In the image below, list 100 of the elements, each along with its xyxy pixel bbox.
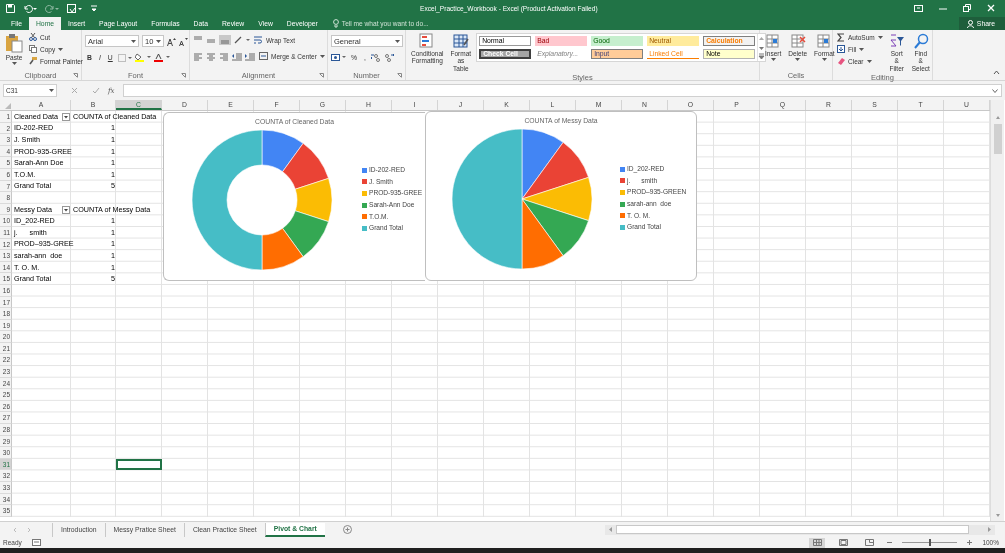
page-break-icon bbox=[864, 539, 874, 546]
decrease-decimal-icon[interactable] bbox=[383, 53, 394, 62]
pie-slice[interactable] bbox=[521, 177, 593, 221]
dialog-launcher-icon[interactable] bbox=[181, 73, 186, 78]
legend-marker bbox=[620, 166, 625, 172]
sort-filter-icon bbox=[888, 33, 905, 49]
increase-font-size-icon[interactable] bbox=[167, 36, 176, 46]
caret-icon bbox=[795, 58, 801, 62]
cancel-icon[interactable] bbox=[71, 87, 78, 94]
currency-format-icon[interactable] bbox=[331, 53, 346, 62]
sigma-icon bbox=[837, 32, 845, 42]
legend-marker bbox=[362, 225, 367, 231]
fill-down-icon bbox=[837, 45, 845, 53]
scroll-up-icon[interactable] bbox=[758, 35, 766, 43]
donut-slice[interactable] bbox=[261, 228, 304, 271]
normal-view-button[interactable] bbox=[809, 537, 826, 548]
donut-slice[interactable] bbox=[282, 210, 329, 257]
caret-icon bbox=[859, 47, 865, 51]
macro-recording-icon[interactable] bbox=[31, 539, 41, 546]
caret-icon bbox=[821, 58, 827, 62]
legend-marker bbox=[362, 190, 367, 196]
conditional-formatting-icon bbox=[419, 33, 436, 49]
align-right-icon[interactable] bbox=[219, 51, 229, 61]
filter-dropdown-icon[interactable] bbox=[62, 113, 70, 121]
copy-icon bbox=[29, 45, 37, 53]
scroll-thumb[interactable] bbox=[616, 525, 969, 534]
align-center-icon[interactable] bbox=[206, 51, 216, 61]
lightbulb-icon bbox=[332, 19, 339, 28]
legend-marker bbox=[620, 189, 625, 195]
redo-icon[interactable] bbox=[45, 3, 59, 13]
scroll-thumb[interactable] bbox=[993, 124, 1002, 154]
legend-marker bbox=[362, 167, 367, 173]
pie-slice[interactable] bbox=[521, 142, 589, 200]
legend-marker bbox=[620, 201, 625, 207]
checkmark-icon[interactable] bbox=[92, 87, 100, 94]
legend-marker bbox=[620, 213, 625, 219]
legend-marker bbox=[362, 202, 367, 208]
vertical-scrollbar[interactable] bbox=[990, 100, 1004, 521]
merge-cells-icon bbox=[259, 52, 268, 60]
active-cell[interactable] bbox=[116, 458, 162, 471]
fill-color-icon[interactable] bbox=[134, 53, 151, 62]
undo-icon[interactable] bbox=[23, 3, 37, 13]
zoom-in-icon[interactable] bbox=[967, 540, 973, 545]
pie-slice[interactable] bbox=[521, 198, 564, 270]
grid-icon bbox=[812, 539, 822, 546]
restore-icon[interactable] bbox=[963, 4, 971, 12]
save-icon[interactable] bbox=[6, 3, 15, 13]
font-color-icon[interactable] bbox=[153, 53, 170, 62]
paintbrush-icon bbox=[29, 57, 37, 65]
increase-decimal-icon[interactable] bbox=[370, 53, 381, 62]
orientation-icon[interactable] bbox=[234, 35, 250, 45]
donut-slice[interactable] bbox=[282, 143, 329, 190]
add-sheet-icon[interactable] bbox=[342, 525, 352, 534]
dialog-launcher-icon[interactable] bbox=[73, 73, 78, 78]
scroll-right-icon[interactable] bbox=[986, 526, 993, 533]
scissors-icon bbox=[29, 33, 37, 41]
caret-icon bbox=[49, 89, 54, 92]
formula-input[interactable] bbox=[122, 84, 1002, 97]
select-all-icon[interactable] bbox=[5, 103, 11, 109]
dialog-launcher-icon[interactable] bbox=[397, 73, 402, 78]
scroll-left-icon[interactable] bbox=[607, 526, 614, 533]
pie-slice[interactable] bbox=[521, 198, 589, 256]
donut-slice[interactable] bbox=[261, 129, 304, 172]
clipboard-icon bbox=[5, 33, 23, 53]
pie-slice[interactable] bbox=[451, 128, 523, 270]
page-icon bbox=[838, 539, 848, 546]
caret-icon bbox=[319, 54, 325, 58]
eraser-icon bbox=[837, 57, 845, 65]
legend-marker bbox=[620, 178, 625, 184]
horizontal-scrollbar[interactable] bbox=[605, 524, 995, 535]
legend-marker bbox=[620, 224, 625, 230]
cells-table-icon bbox=[789, 33, 806, 49]
close-icon[interactable] bbox=[987, 4, 995, 12]
ribbon-display-options-icon[interactable] bbox=[914, 4, 923, 12]
decrease-indent-icon[interactable] bbox=[232, 51, 242, 61]
zoom-slider-thumb[interactable] bbox=[928, 539, 931, 546]
caret-icon bbox=[131, 39, 136, 43]
scroll-up-icon[interactable] bbox=[993, 114, 1002, 122]
collapse-ribbon-icon[interactable] bbox=[993, 70, 1000, 75]
next-sheet-icon[interactable] bbox=[26, 526, 32, 533]
bottom-align-icon[interactable] bbox=[219, 35, 231, 45]
touch-mode-icon[interactable] bbox=[67, 3, 83, 13]
donut-slice[interactable] bbox=[191, 129, 263, 271]
caret-icon bbox=[770, 58, 776, 62]
zoom-out-icon[interactable] bbox=[887, 540, 893, 545]
increase-indent-icon[interactable] bbox=[245, 51, 255, 61]
customize-toolbar-icon[interactable] bbox=[91, 4, 97, 12]
legend-marker bbox=[362, 214, 367, 220]
dialog-launcher-icon[interactable] bbox=[319, 73, 324, 78]
legend-marker bbox=[362, 179, 367, 185]
decrease-font-size-icon[interactable] bbox=[179, 36, 188, 46]
previous-sheet-icon[interactable] bbox=[12, 526, 18, 533]
cells-table-icon bbox=[816, 33, 833, 49]
filter-dropdown-icon[interactable] bbox=[62, 205, 70, 214]
scroll-down-icon[interactable] bbox=[993, 511, 1002, 519]
donut-slice[interactable] bbox=[295, 178, 333, 222]
expand-icon[interactable] bbox=[992, 88, 998, 93]
caret-icon bbox=[395, 39, 400, 43]
more-styles-icon[interactable] bbox=[758, 52, 766, 60]
align-left-icon[interactable] bbox=[193, 51, 203, 61]
